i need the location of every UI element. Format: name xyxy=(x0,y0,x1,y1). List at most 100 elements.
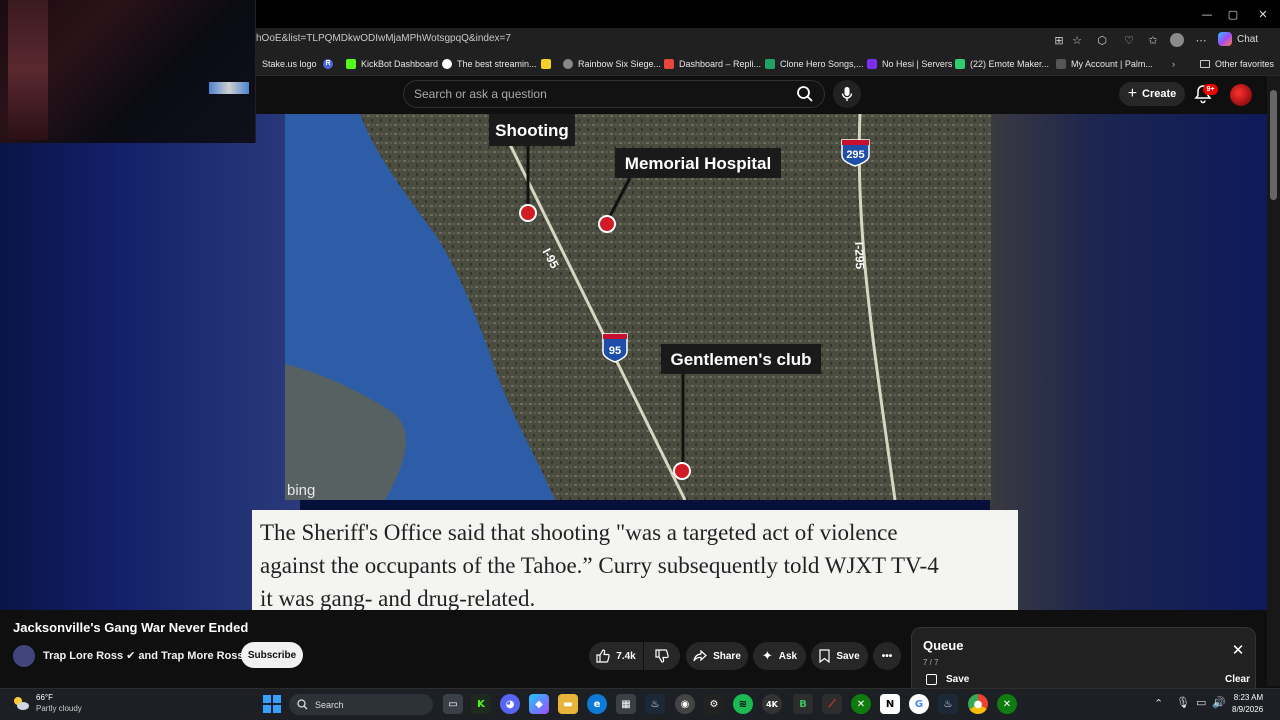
webcam-person xyxy=(8,0,48,140)
i295-shield: 295 xyxy=(841,139,870,167)
tray-chevron-up-icon[interactable]: ⌃ xyxy=(1154,697,1163,710)
create-button[interactable]: + Create xyxy=(1119,82,1185,106)
split-screen-icon[interactable]: ⊞ xyxy=(1052,33,1066,47)
weather-widget[interactable]: 66°F Partly cloudy xyxy=(12,692,82,714)
folder-icon xyxy=(1200,60,1210,68)
task-view-icon[interactable]: ▭ xyxy=(443,694,463,714)
store-icon[interactable]: ▦ xyxy=(616,694,636,714)
copilot-app-icon[interactable]: ◆ xyxy=(529,694,549,714)
channel-name[interactable]: Trap Lore Ross ✔ and Trap More Ross xyxy=(43,649,244,662)
create-label: Create xyxy=(1142,88,1177,100)
share-button[interactable]: Share xyxy=(686,642,748,670)
network-icon[interactable]: ▭ xyxy=(1196,696,1206,709)
taskbar-search-label: Search xyxy=(315,699,344,710)
bookmark-yellow[interactable] xyxy=(541,56,551,72)
taskbar-search[interactable]: Search xyxy=(289,694,433,715)
queue-save-button[interactable]: Save xyxy=(926,674,969,685)
kick-app-icon[interactable]: K xyxy=(471,694,491,714)
maximize-button[interactable]: ▢ xyxy=(1216,0,1250,28)
streaming-icon xyxy=(442,59,452,69)
more-menu-icon[interactable]: ⋯ xyxy=(1194,33,1208,47)
xbox-game-bar-icon[interactable]: ✕ xyxy=(997,694,1017,714)
caption-line: The Sheriff's Office said that shooting … xyxy=(260,520,898,545)
palm-icon xyxy=(1056,59,1066,69)
b-app-icon[interactable]: B xyxy=(793,694,813,714)
subscribe-button[interactable]: Subscribe xyxy=(241,642,303,668)
bookmark-kickbot[interactable]: KickBot Dashboard xyxy=(346,56,438,72)
bookmark-stake[interactable]: Stake.us logo xyxy=(262,56,317,72)
xbox-icon[interactable]: ✕ xyxy=(851,694,871,714)
account-avatar[interactable] xyxy=(1230,84,1252,106)
windows-start-icon[interactable] xyxy=(263,695,281,713)
edge-browser-icon[interactable]: e xyxy=(587,694,607,714)
profile-avatar[interactable] xyxy=(1170,33,1184,47)
bookmark-icon xyxy=(819,649,830,663)
ask-button[interactable]: ✦ Ask xyxy=(753,642,806,670)
google-icon[interactable]: G xyxy=(909,694,929,714)
bookmark-rainbow-six[interactable]: Rainbow Six Siege... xyxy=(563,56,661,72)
obs-icon[interactable]: ◉ xyxy=(675,694,695,714)
bookmarks-overflow-chevron-icon[interactable]: › xyxy=(1172,56,1175,72)
bookmark-palm[interactable]: My Account | Palm... xyxy=(1056,56,1153,72)
notion-icon[interactable]: N xyxy=(880,694,900,714)
satellite-map: Shooting Memorial Hospital Gentlemen's c… xyxy=(285,114,991,500)
sheets-icon xyxy=(765,59,775,69)
extensions-icon[interactable]: ⬡ xyxy=(1095,33,1109,47)
share-arrow-icon xyxy=(693,650,707,662)
webcam-light xyxy=(209,82,249,94)
bookmark-label: Clone Hero Songs,... xyxy=(780,59,864,69)
bookmark-dashboard-replit[interactable]: Dashboard – Repli... xyxy=(664,56,761,72)
browser-essentials-icon[interactable]: ♡ xyxy=(1122,33,1136,47)
chrome-icon[interactable]: ● xyxy=(968,694,988,714)
bookmark-label: Rainbow Six Siege... xyxy=(578,59,662,69)
r-logo-icon: R xyxy=(323,59,333,69)
close-queue-icon[interactable]: ✕ xyxy=(1230,641,1246,659)
no-hesi-icon xyxy=(867,59,877,69)
like-button[interactable]: 7.4k xyxy=(589,642,643,670)
settings-gear-icon[interactable]: ⚙ xyxy=(704,694,724,714)
bing-watermark: bing xyxy=(287,482,315,499)
channel-avatar[interactable] xyxy=(13,645,35,667)
file-explorer-icon[interactable]: ▬ xyxy=(558,694,578,714)
svg-text:295: 295 xyxy=(846,149,864,161)
volume-icon[interactable]: 🔊 xyxy=(1212,696,1226,709)
other-favorites-label: Other favorites xyxy=(1215,59,1275,69)
red-app-icon[interactable]: ⟋ xyxy=(822,694,842,714)
search-input[interactable]: Search or ask a question xyxy=(403,80,825,108)
microphone-tray-icon[interactable]: 🎙 xyxy=(1176,696,1190,709)
search-icon[interactable] xyxy=(793,82,817,106)
svg-text:Shooting: Shooting xyxy=(495,121,569,140)
queue-clear-button[interactable]: Clear xyxy=(1225,674,1250,685)
bookmark-emote-maker[interactable]: (22) Emote Maker... xyxy=(955,56,1049,72)
dislike-button[interactable] xyxy=(644,642,680,670)
more-actions-button[interactable]: ••• xyxy=(873,642,901,670)
sparkle-icon: ✦ xyxy=(761,648,773,663)
more-horizontal-icon: ••• xyxy=(881,650,893,662)
bookmark-label: Dashboard – Repli... xyxy=(679,59,762,69)
save-button[interactable]: Save xyxy=(811,642,868,670)
kickbot-icon xyxy=(346,59,356,69)
favorite-star-icon[interactable]: ☆ xyxy=(1070,33,1084,47)
bookmark-no-hesi[interactable]: No Hesi | Servers xyxy=(867,56,952,72)
system-clock[interactable]: 8:23 AM 8/9/2026 xyxy=(1232,692,1263,716)
copilot-chat-button[interactable]: Chat xyxy=(1218,32,1258,46)
svg-text:Gentlemen's club: Gentlemen's club xyxy=(670,350,811,369)
steam-icon[interactable]: ♨ xyxy=(645,694,665,714)
save-checkbox-icon xyxy=(926,674,937,685)
svg-text:Memorial Hospital: Memorial Hospital xyxy=(625,154,771,173)
bookmark-r[interactable]: R xyxy=(323,56,333,72)
close-window-button[interactable]: ✕ xyxy=(1246,0,1280,28)
other-favorites[interactable]: Other favorites xyxy=(1200,56,1274,72)
address-bar-url[interactable]: hOoE&list=TLPQMDkwODIwMjaMPhWotsgpqQ&ind… xyxy=(256,33,511,44)
discord-icon[interactable]: ◕ xyxy=(500,694,520,714)
clock-time: 8:23 AM xyxy=(1233,693,1264,702)
steam-alt-icon[interactable]: ♨ xyxy=(938,694,958,714)
voice-search-mic-icon[interactable] xyxy=(833,80,861,108)
bookmark-clone-hero[interactable]: Clone Hero Songs,... xyxy=(765,56,864,72)
video-player[interactable]: Shooting Memorial Hospital Gentlemen's c… xyxy=(0,114,1267,610)
spotify-icon[interactable]: ≋ xyxy=(733,694,753,714)
favorites-icon[interactable]: ✩ xyxy=(1146,33,1160,47)
scrollbar-thumb[interactable] xyxy=(1270,90,1277,200)
bookmark-streaming[interactable]: The best streamin... xyxy=(442,56,537,72)
4k-app-icon[interactable]: 4K xyxy=(762,694,782,714)
